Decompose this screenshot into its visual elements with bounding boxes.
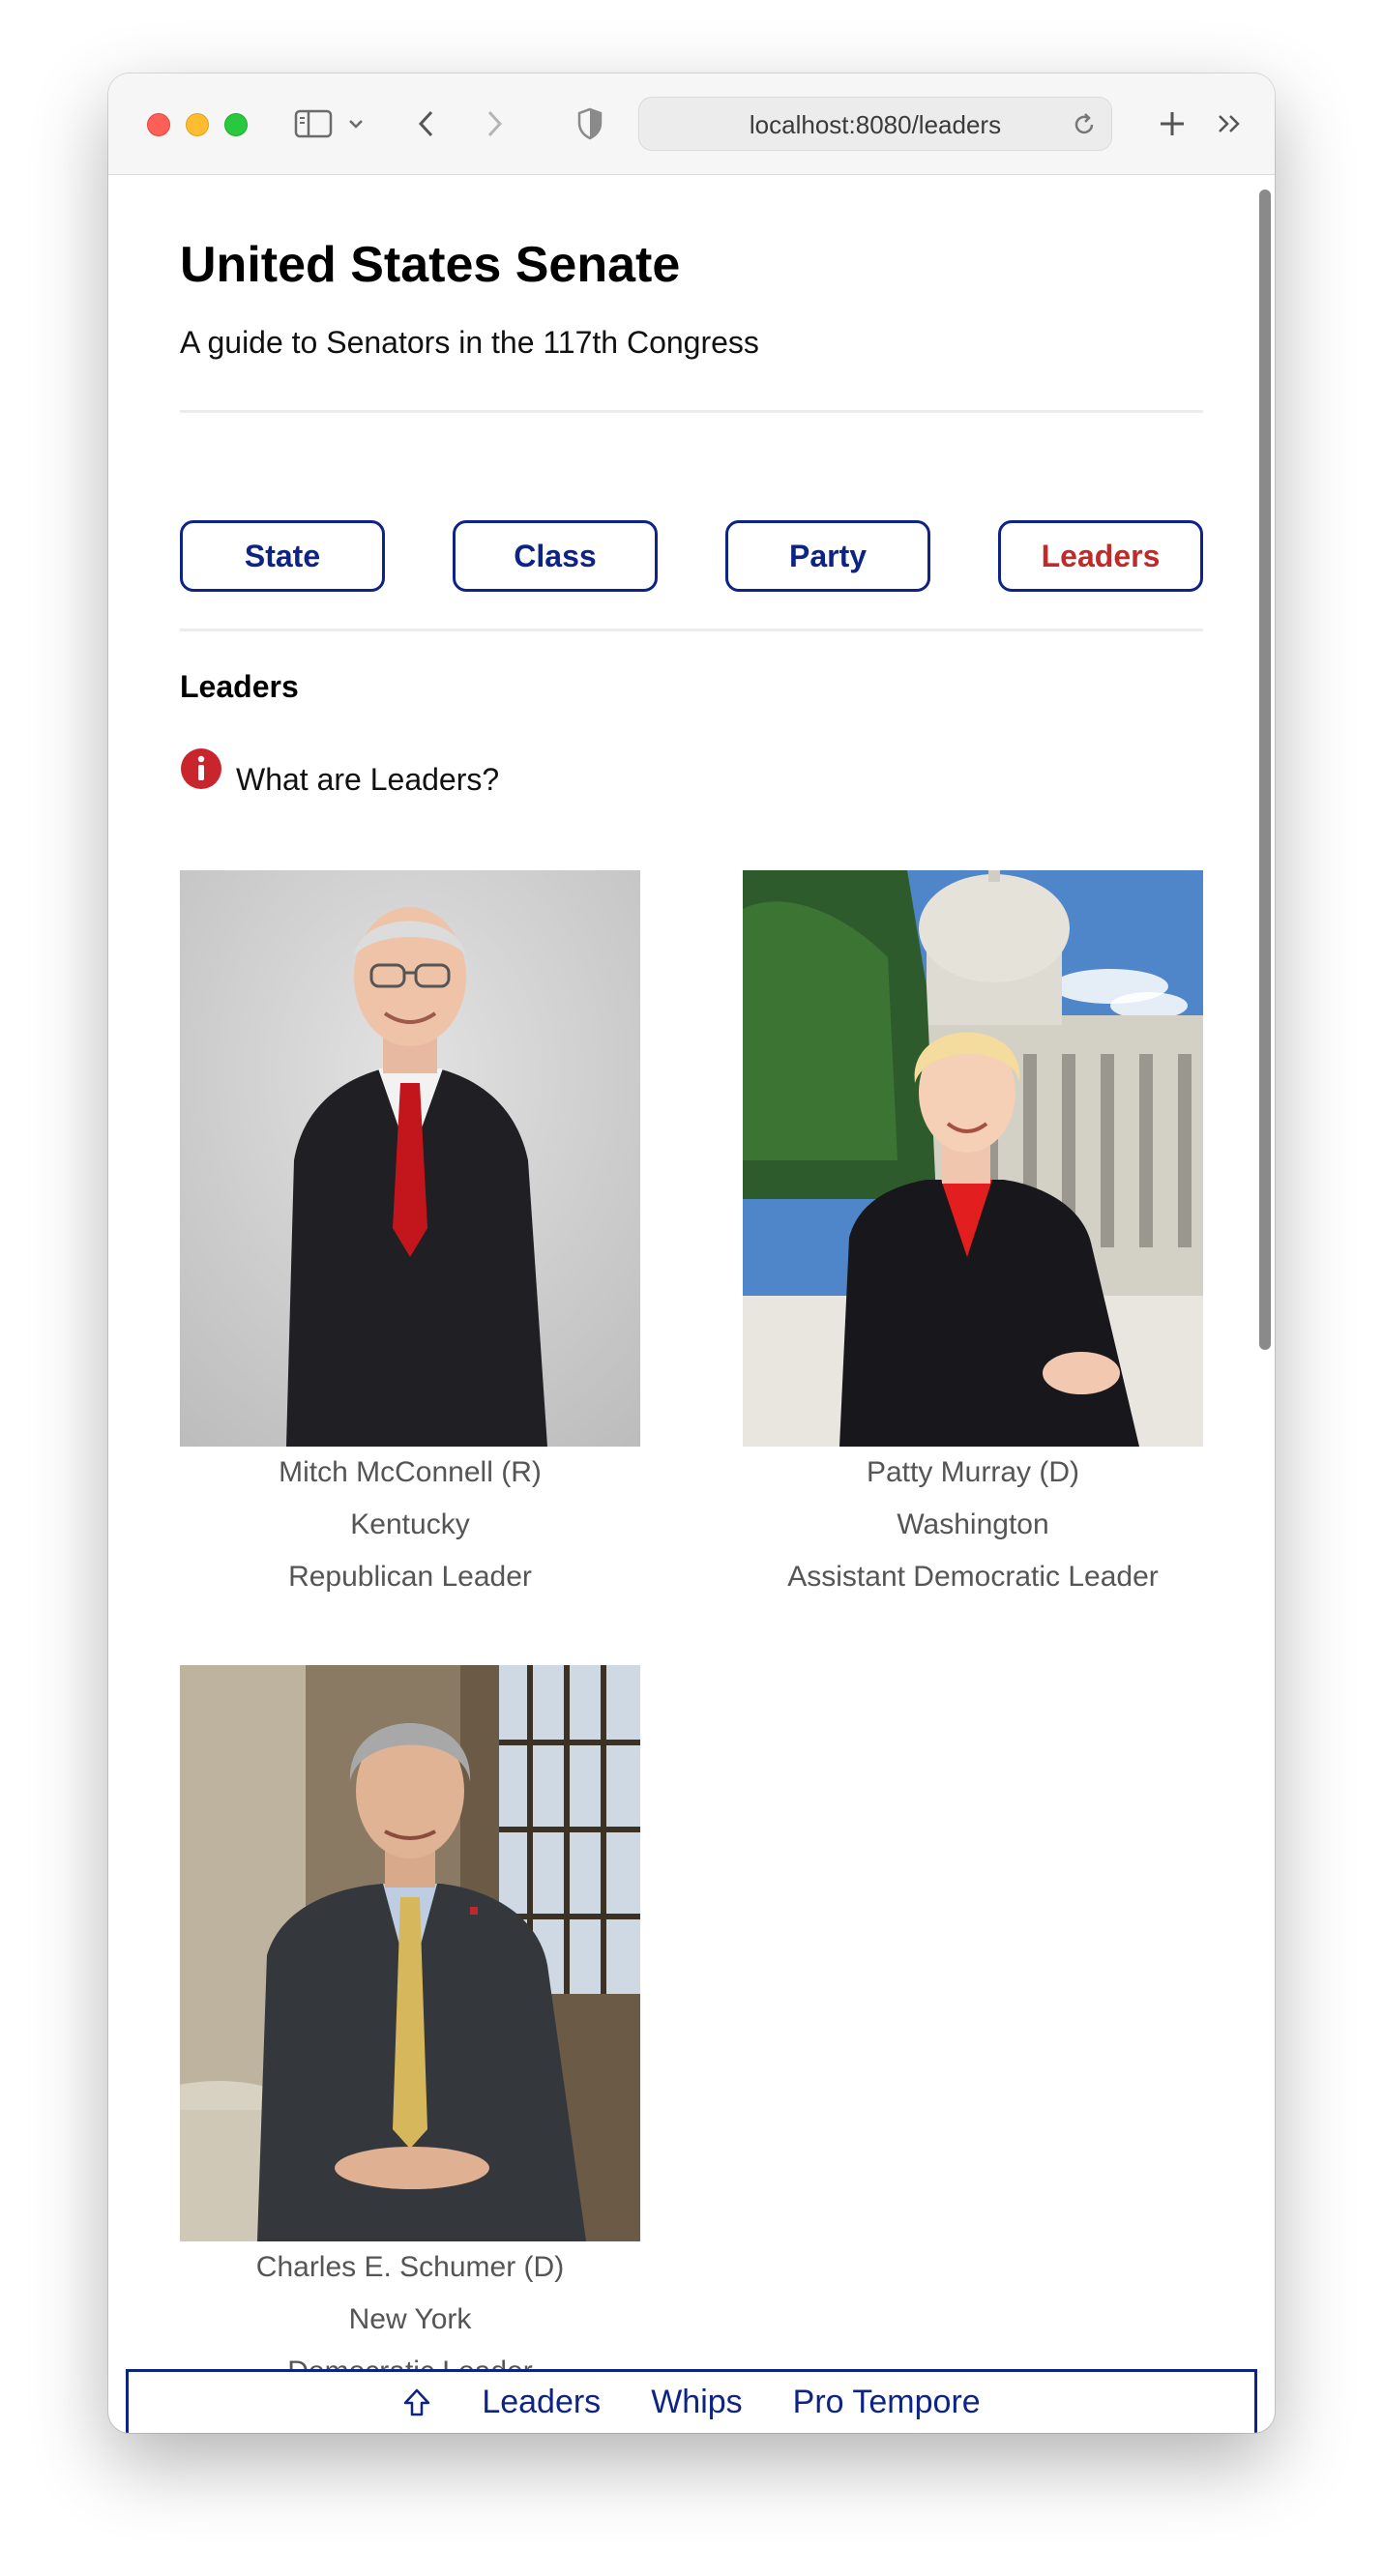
senator-state: New York — [348, 2303, 472, 2335]
senator-role: Republican Leader — [288, 1561, 532, 1593]
senator-photo[interactable] — [180, 1665, 640, 2241]
sidebar-toggle-icon[interactable] — [292, 102, 335, 145]
senator-name: Charles E. Schumer (D) — [255, 2251, 565, 2283]
divider — [180, 410, 1203, 413]
senator-role: Assistant Democratic Leader — [787, 1561, 1159, 1593]
info-icon[interactable] — [180, 747, 222, 795]
new-tab-icon[interactable] — [1153, 102, 1192, 145]
senator-state: Kentucky — [350, 1508, 470, 1540]
nav-button-state[interactable]: State — [180, 520, 385, 592]
more-tabs-icon[interactable] — [1211, 102, 1250, 145]
senator-state: Washington — [897, 1508, 1049, 1540]
minimize-window-button[interactable] — [186, 113, 209, 136]
reload-icon[interactable] — [1071, 111, 1098, 143]
forward-icon[interactable] — [480, 102, 509, 145]
nav-button-leaders[interactable]: Leaders — [998, 520, 1203, 592]
divider — [180, 629, 1203, 631]
section-title: Leaders — [180, 669, 299, 704]
info-toggle[interactable]: What are Leaders? — [180, 745, 499, 798]
senator-photo[interactable] — [743, 870, 1203, 1447]
close-window-button[interactable] — [147, 113, 170, 136]
nav-button-class[interactable]: Class — [453, 520, 658, 592]
browser-toolbar: localhost:8080/leaders — [108, 73, 1275, 175]
senator-photo[interactable] — [180, 870, 640, 1447]
bottom-nav-leaders[interactable]: Leaders — [482, 2384, 601, 2421]
senator-name: Patty Murray (D) — [866, 1456, 1080, 1488]
senator-card[interactable]: Patty Murray (D) Washington Assistant De… — [743, 870, 1203, 1603]
privacy-shield-icon[interactable] — [573, 102, 607, 145]
bottom-nav: Leaders Whips Pro Tempore — [126, 2369, 1257, 2433]
page-title: United States Senate — [180, 237, 681, 293]
browser-window: localhost:8080/leaders United States Sen… — [108, 73, 1275, 2433]
senator-name: Mitch McConnell (R) — [279, 1456, 542, 1488]
zoom-window-button[interactable] — [224, 113, 248, 136]
url-text: localhost:8080/leaders — [749, 110, 1002, 139]
scrollbar[interactable] — [1259, 190, 1271, 1350]
chevron-down-icon[interactable] — [344, 102, 368, 145]
back-icon[interactable] — [412, 102, 441, 145]
nav-button-party[interactable]: Party — [725, 520, 930, 592]
bottom-nav-pro-tempore[interactable]: Pro Tempore — [793, 2384, 981, 2421]
senator-card[interactable]: Mitch McConnell (R) Kentucky Republican … — [180, 870, 640, 1603]
address-bar[interactable]: localhost:8080/leaders — [638, 97, 1112, 151]
senator-card[interactable]: Charles E. Schumer (D) New York Democrat… — [180, 1665, 640, 2398]
scroll-to-top-icon[interactable] — [402, 2387, 431, 2427]
page-subtitle: A guide to Senators in the 117th Congres… — [180, 325, 759, 360]
bottom-nav-whips[interactable]: Whips — [651, 2384, 742, 2421]
info-label[interactable]: What are Leaders? — [236, 762, 499, 798]
